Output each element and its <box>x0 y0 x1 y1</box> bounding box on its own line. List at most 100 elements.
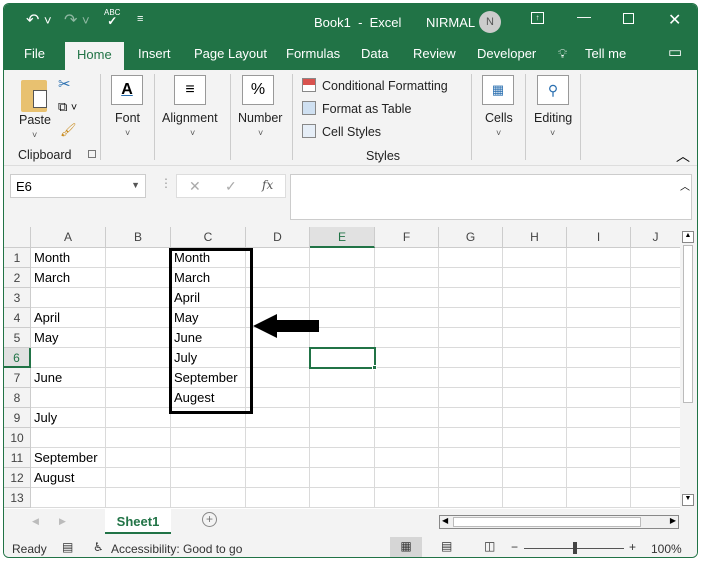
cell-I1[interactable] <box>567 248 631 268</box>
column-header-B[interactable]: B <box>106 227 171 248</box>
zoom-in-button[interactable]: + <box>629 540 636 554</box>
cell-G12[interactable] <box>439 468 503 488</box>
expand-formula-icon[interactable]: ︿ <box>680 178 690 193</box>
cell-E13[interactable] <box>310 488 375 508</box>
cell-F6[interactable] <box>375 348 439 368</box>
cell-J6[interactable] <box>631 348 680 368</box>
cell-F10[interactable] <box>375 428 439 448</box>
tab-home[interactable]: Home <box>65 42 124 70</box>
alignment-button[interactable]: Alignment <box>162 111 218 125</box>
cell-F11[interactable] <box>375 448 439 468</box>
next-sheet-icon[interactable]: ▶ <box>59 516 66 527</box>
conditional-formatting-button[interactable]: Conditional Formatting <box>322 79 448 93</box>
prev-sheet-icon[interactable]: ◀ <box>32 516 39 527</box>
align-icon[interactable]: ≡ <box>174 75 206 105</box>
tab-insert[interactable]: Insert <box>138 46 171 61</box>
cancel-icon[interactable]: ✕ <box>189 178 201 195</box>
cell-C11[interactable] <box>171 448 246 468</box>
cell-F7[interactable] <box>375 368 439 388</box>
accessibility-icon[interactable]: ♿︎ <box>93 540 104 554</box>
cell-I7[interactable] <box>567 368 631 388</box>
cell-A10[interactable] <box>31 428 106 448</box>
name-box[interactable]: E6 ▼ <box>10 174 146 198</box>
cell-E9[interactable] <box>310 408 375 428</box>
cell-A9[interactable]: July <box>31 408 106 428</box>
collapse-ribbon-icon[interactable]: ︿ <box>676 146 690 166</box>
column-header-J[interactable]: J <box>631 227 680 248</box>
cell-A12[interactable]: August <box>31 468 106 488</box>
vertical-scrollbar[interactable]: ▲ ▼ <box>680 227 697 509</box>
cell-H4[interactable] <box>503 308 567 328</box>
tab-page-layout[interactable]: Page Layout <box>194 46 267 61</box>
normal-view-icon[interactable]: ▦ <box>390 537 422 557</box>
cell-D13[interactable] <box>246 488 310 508</box>
cell-J2[interactable] <box>631 268 680 288</box>
close-icon[interactable]: ✕ <box>668 10 681 30</box>
cell-E7[interactable] <box>310 368 375 388</box>
cell-A3[interactable] <box>31 288 106 308</box>
cut-icon[interactable]: ✂ <box>58 75 71 93</box>
format-as-table-button[interactable]: Format as Table <box>322 102 411 116</box>
cells-icon[interactable]: ▦ <box>482 75 514 105</box>
column-header-A[interactable]: A <box>31 227 106 248</box>
formula-input[interactable] <box>290 174 692 220</box>
cell-D1[interactable] <box>246 248 310 268</box>
worksheet-grid[interactable]: A B C D E F G H I J 1 Month Month 2 March March 3 April 4 A… <box>4 227 680 509</box>
cell-H3[interactable] <box>503 288 567 308</box>
cell-J9[interactable] <box>631 408 680 428</box>
cell-A11[interactable]: September <box>31 448 106 468</box>
cell-D7[interactable] <box>246 368 310 388</box>
cell-G4[interactable] <box>439 308 503 328</box>
ribbon-display-icon[interactable]: ↑ <box>531 12 544 24</box>
column-header-D[interactable]: D <box>246 227 310 248</box>
cell-C13[interactable] <box>171 488 246 508</box>
tab-data[interactable]: Data <box>361 46 388 61</box>
cell-E2[interactable] <box>310 268 375 288</box>
add-sheet-icon[interactable]: + <box>202 512 217 527</box>
cell-J7[interactable] <box>631 368 680 388</box>
macro-icon[interactable]: ▤ <box>62 540 73 554</box>
cell-F8[interactable] <box>375 388 439 408</box>
paste-icon[interactable] <box>21 80 47 112</box>
cell-H5[interactable] <box>503 328 567 348</box>
cell-B8[interactable] <box>106 388 171 408</box>
sheet-tab-sheet1[interactable]: Sheet1 <box>105 509 171 534</box>
cell-G8[interactable] <box>439 388 503 408</box>
row-header-6[interactable]: 6 <box>4 348 31 368</box>
cell-C10[interactable] <box>171 428 246 448</box>
cell-B1[interactable] <box>106 248 171 268</box>
cell-G3[interactable] <box>439 288 503 308</box>
dialog-launcher-icon[interactable] <box>88 150 96 158</box>
cell-H7[interactable] <box>503 368 567 388</box>
row-header-9[interactable]: 9 <box>4 408 31 428</box>
row-header-4[interactable]: 4 <box>4 308 31 328</box>
column-header-C[interactable]: C <box>171 227 246 248</box>
cell-H12[interactable] <box>503 468 567 488</box>
cell-G10[interactable] <box>439 428 503 448</box>
tab-review[interactable]: Review <box>413 46 456 61</box>
font-button[interactable]: Font <box>115 111 140 125</box>
cell-E12[interactable] <box>310 468 375 488</box>
cell-D3[interactable] <box>246 288 310 308</box>
cell-D12[interactable] <box>246 468 310 488</box>
number-button[interactable]: Number <box>238 111 282 125</box>
cell-J5[interactable] <box>631 328 680 348</box>
zoom-out-button[interactable]: − <box>511 540 518 554</box>
cell-E4[interactable] <box>310 308 375 328</box>
cell-B13[interactable] <box>106 488 171 508</box>
cell-J13[interactable] <box>631 488 680 508</box>
undo-icon[interactable]: ↶ ˅ <box>26 10 52 30</box>
cell-B3[interactable] <box>106 288 171 308</box>
row-header-5[interactable]: 5 <box>4 328 31 348</box>
cell-G9[interactable] <box>439 408 503 428</box>
redo-icon[interactable]: ↷ ˅ <box>64 10 90 30</box>
percent-icon[interactable]: % <box>242 75 274 105</box>
row-header-8[interactable]: 8 <box>4 388 31 408</box>
copy-icon[interactable]: ⧉ ˅ <box>58 99 77 115</box>
user-name[interactable]: NIRMAL <box>426 15 475 30</box>
avatar[interactable]: N <box>479 11 501 33</box>
cell-I8[interactable] <box>567 388 631 408</box>
cell-styles-button[interactable]: Cell Styles <box>322 125 381 139</box>
row-header-2[interactable]: 2 <box>4 268 31 288</box>
row-header-7[interactable]: 7 <box>4 368 31 388</box>
